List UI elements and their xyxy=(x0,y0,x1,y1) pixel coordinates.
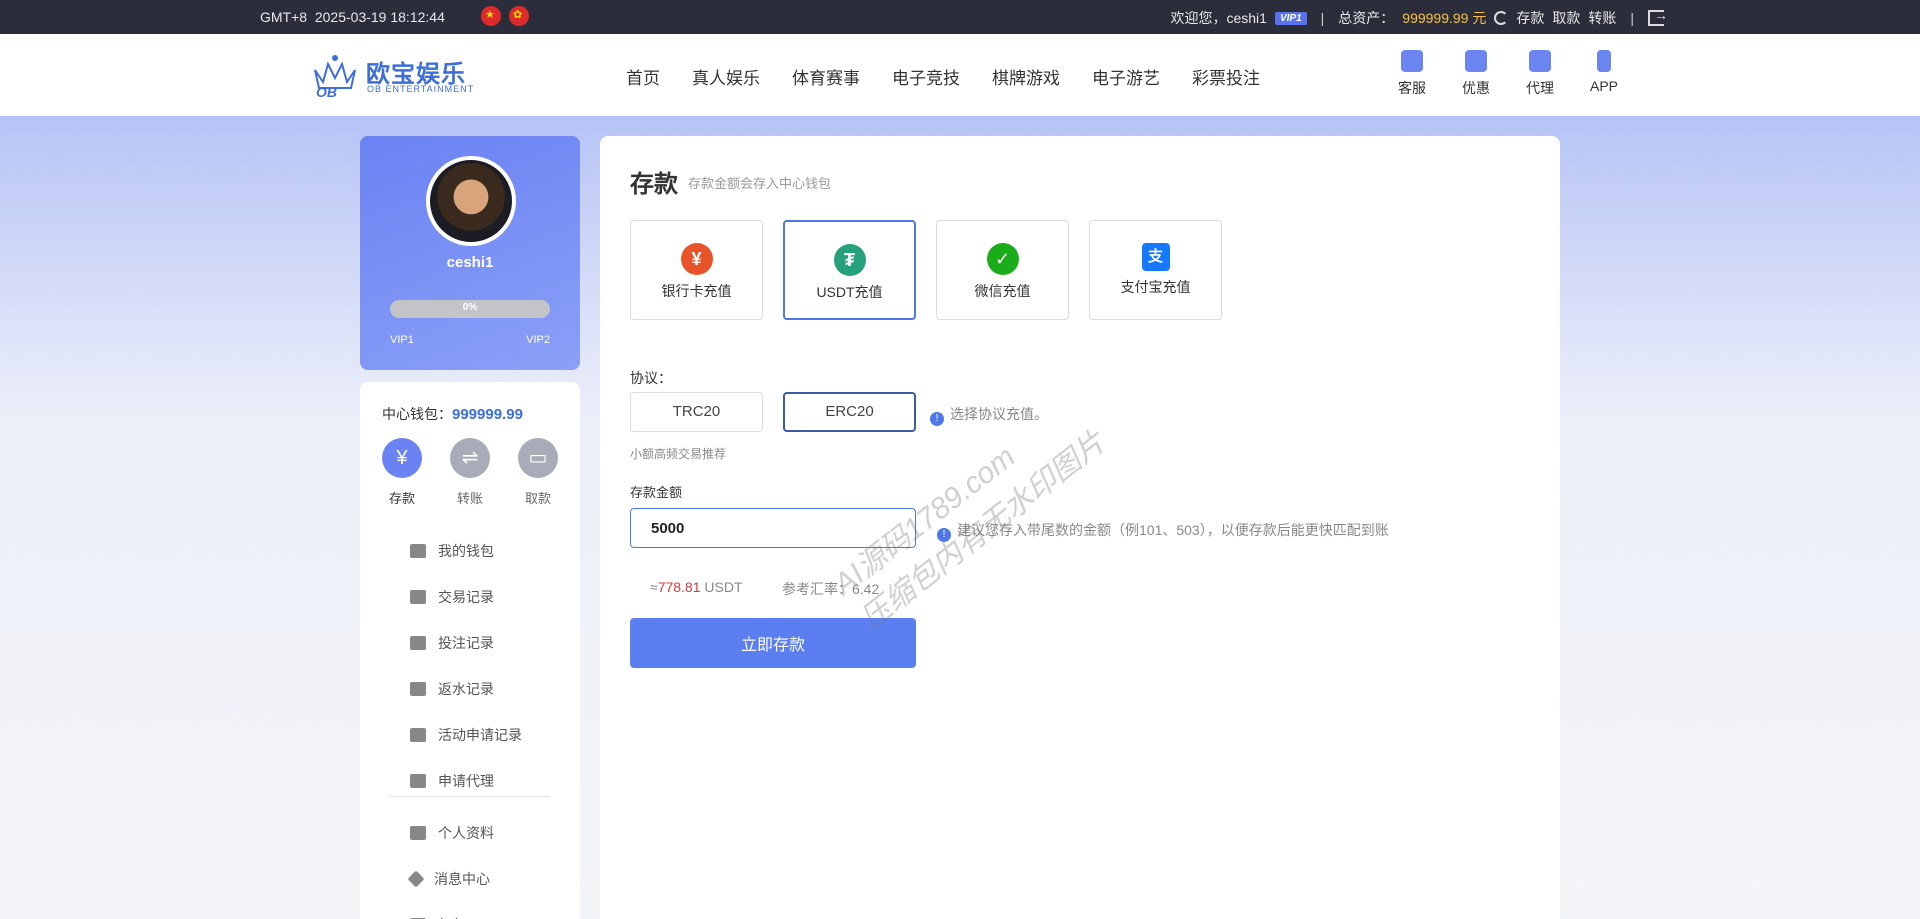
avatar[interactable] xyxy=(426,156,516,246)
usdt-amount: 778.81 xyxy=(657,579,701,595)
bank-yen-icon: ¥ xyxy=(680,243,713,275)
divider: | xyxy=(1320,10,1325,26)
protocol-label: 协议： xyxy=(630,370,672,386)
document-icon xyxy=(410,636,426,650)
method-wechat[interactable]: ✓ 微信充值 xyxy=(936,220,1069,320)
protocol-options: TRC20 ERC20 xyxy=(630,392,916,432)
nav-sports[interactable]: 体育赛事 xyxy=(792,64,860,89)
logout-icon[interactable] xyxy=(1648,7,1668,26)
method-usdt[interactable]: ₮ USDT充值 xyxy=(783,220,916,320)
divider: | xyxy=(1630,10,1634,26)
sidebar-item-rebate-records[interactable]: 返水记录 xyxy=(410,666,522,712)
sidebar-item-my-wallet[interactable]: 我的钱包 xyxy=(410,528,522,574)
china-flag-icon[interactable]: ★ xyxy=(481,6,501,26)
tool-agent[interactable]: 代理 xyxy=(1508,50,1572,98)
main-nav: 首页 真人娱乐 体育赛事 电子竞技 棋牌游戏 电子游艺 彩票投注 xyxy=(626,64,1292,89)
protocol-trc20[interactable]: TRC20 xyxy=(630,392,763,432)
laptop-icon xyxy=(410,774,426,788)
wallet-icon xyxy=(410,544,426,558)
trophy-icon xyxy=(1529,50,1551,72)
vip-next-level: VIP2 xyxy=(526,334,550,346)
svg-text:OB: OB xyxy=(316,84,337,98)
center-wallet: 中心钱包：999999.99 xyxy=(382,406,523,423)
vip-current-level: VIP1 xyxy=(390,334,414,346)
sidebar-item-apply-agent[interactable]: 申请代理 xyxy=(410,758,522,804)
refresh-icon[interactable] xyxy=(1494,11,1509,25)
logo[interactable]: OB 欧宝娱乐 OB ENTERTAINMENT xyxy=(310,48,480,100)
clipboard-icon xyxy=(410,590,426,604)
top-link-withdraw[interactable]: 取款 xyxy=(1552,8,1580,28)
headset-icon xyxy=(1401,50,1423,72)
header-tools: 客服 优惠 代理 APP xyxy=(1380,50,1636,98)
main-header: OB 欧宝娱乐 OB ENTERTAINMENT 首页 真人娱乐 体育赛事 电子… xyxy=(0,34,1920,116)
phone-icon xyxy=(1597,50,1611,72)
sidebar: 中心钱包：999999.99 ¥ 存款 ⇌ 转账 ▭ 取款 我的钱包 交易记录 投注记… xyxy=(360,382,580,919)
transfer-icon: ⇌ xyxy=(450,438,490,478)
method-bank-card[interactable]: ¥ 银行卡充值 xyxy=(630,220,763,320)
tool-app[interactable]: APP xyxy=(1572,50,1636,98)
wallet-balance: 999999.99 xyxy=(452,406,523,423)
alipay-icon: 支 xyxy=(1141,243,1170,271)
id-card-icon xyxy=(410,826,426,840)
tool-promotions[interactable]: 优惠 xyxy=(1444,50,1508,98)
nav-lottery[interactable]: 彩票投注 xyxy=(1192,64,1260,89)
nav-home[interactable]: 首页 xyxy=(626,64,660,89)
amount-label: 存款金额 xyxy=(630,485,683,500)
tether-icon: ₮ xyxy=(833,244,866,276)
assets-label: 总资产： xyxy=(1338,10,1395,26)
action-deposit[interactable]: ¥ 存款 xyxy=(382,438,422,507)
nav-slots[interactable]: 电子游艺 xyxy=(1092,64,1160,89)
sidebar-item-bet-records[interactable]: 投注记录 xyxy=(410,620,522,666)
sidebar-item-transactions[interactable]: 交易记录 xyxy=(410,574,522,620)
method-alipay[interactable]: 支 支付宝充值 xyxy=(1089,220,1222,320)
sidebar-item-activity-records[interactable]: 活动申请记录 xyxy=(410,712,522,758)
vip-badge: VIP1 xyxy=(1274,11,1307,25)
assets-value: 999999.99 元 xyxy=(1402,10,1487,26)
sidebar-item-messages[interactable]: 消息中心 xyxy=(407,856,494,902)
yen-icon: ¥ xyxy=(382,438,422,478)
profile-card: ceshi1 0% VIP1 VIP2 xyxy=(360,136,580,370)
protocol-recommendation: 小额高频交易推荐 xyxy=(630,447,727,461)
logo-subtitle: OB ENTERTAINMENT xyxy=(367,84,475,94)
divider xyxy=(390,796,550,797)
deposit-panel: 存款 存款金额会存入中心钱包 ¥ 银行卡充值 ₮ USDT充值 ✓ 微信充值 支… xyxy=(600,136,1560,919)
username: ceshi1 xyxy=(446,254,494,271)
sidebar-menu: 我的钱包 交易记录 投注记录 返水记录 活动申请记录 申请代理 xyxy=(410,528,522,804)
protocol-erc20[interactable]: ERC20 xyxy=(783,392,916,432)
nav-chess[interactable]: 棋牌游戏 xyxy=(992,64,1060,89)
sidebar-item-profile[interactable]: 个人资料 xyxy=(410,810,494,856)
top-bar: GMT+8 2025-03-19 18:12:44 ★ ✿ 欢迎您，ceshi1… xyxy=(0,0,1920,34)
sidebar-menu-secondary: 个人资料 消息中心 红包 xyxy=(407,810,494,919)
gift-icon xyxy=(1465,50,1487,72)
top-link-transfer[interactable]: 转账 xyxy=(1588,8,1616,28)
top-link-deposit[interactable]: 存款 xyxy=(1516,8,1544,28)
nav-live-casino[interactable]: 真人娱乐 xyxy=(692,64,760,89)
card-icon xyxy=(410,682,426,696)
info-icon: ! xyxy=(930,412,944,426)
card-icon: ▭ xyxy=(518,438,558,478)
timezone-datetime: GMT+8 2025-03-19 18:12:44 xyxy=(260,9,445,25)
vip-progress-bar: 0% xyxy=(390,300,550,318)
action-transfer[interactable]: ⇌ 转账 xyxy=(450,438,490,507)
quick-actions: ¥ 存款 ⇌ 转账 ▭ 取款 xyxy=(382,438,558,507)
action-withdraw[interactable]: ▭ 取款 xyxy=(518,438,558,507)
payment-methods: ¥ 银行卡充值 ₮ USDT充值 ✓ 微信充值 支 支付宝充值 xyxy=(630,220,1222,320)
top-bar-right: 欢迎您，ceshi1 VIP1 | 总资产： 999999.99 元 存款 取款 … xyxy=(1170,7,1668,28)
laptop-icon xyxy=(410,728,426,742)
page-subtitle: 存款金额会存入中心钱包 xyxy=(688,176,832,191)
usdt-conversion: ≈778.81 USDT xyxy=(650,579,743,595)
welcome-text: 欢迎您，ceshi1 xyxy=(1170,10,1267,26)
diamond-icon xyxy=(407,870,425,888)
tool-support[interactable]: 客服 xyxy=(1380,50,1444,98)
hongkong-flag-icon[interactable]: ✿ xyxy=(509,6,529,26)
crown-logo-icon: OB xyxy=(314,55,356,98)
wechat-icon: ✓ xyxy=(986,243,1019,275)
nav-esports[interactable]: 电子竞技 xyxy=(892,64,960,89)
page-title: 存款 xyxy=(630,171,678,198)
sidebar-item-red-packet[interactable]: 红包 xyxy=(410,902,494,919)
